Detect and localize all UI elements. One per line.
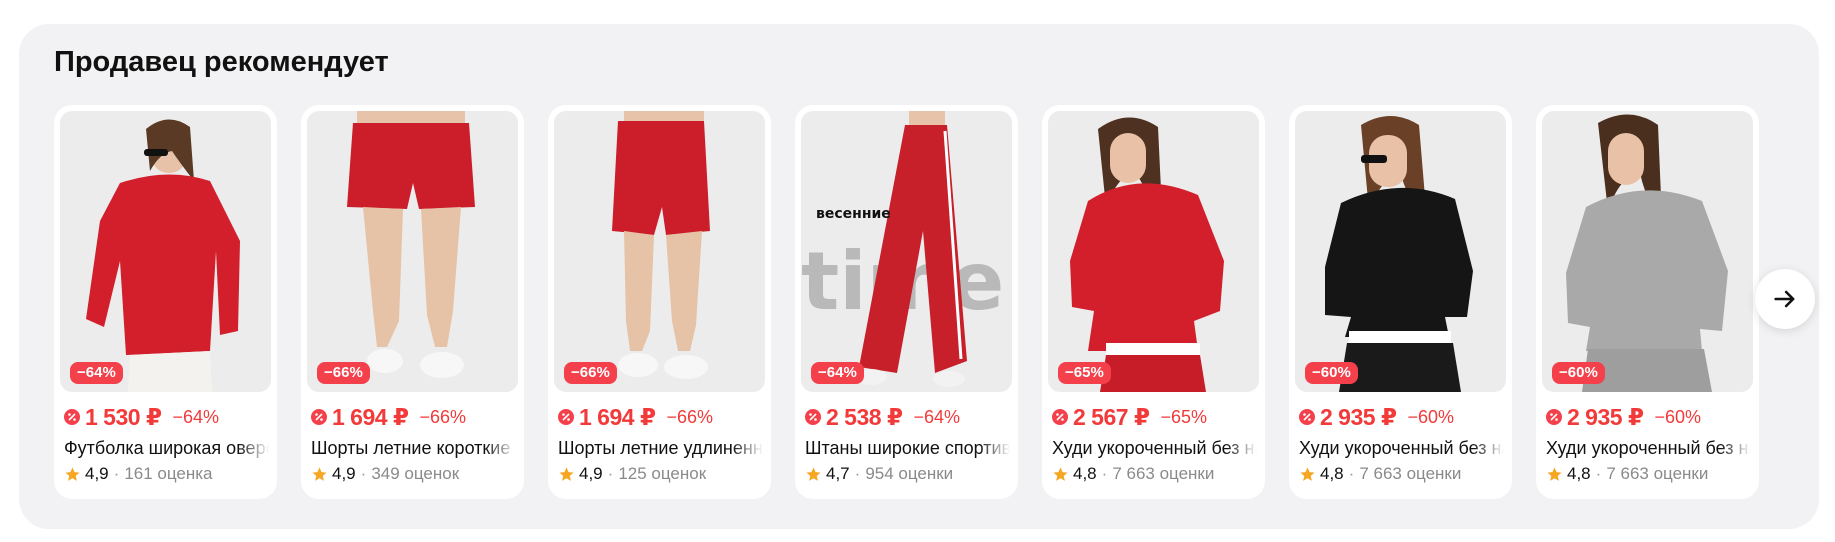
product-name[interactable]: Шорты летние короткие [311,438,516,462]
product-card[interactable]: −65% 2 567 ₽ −65% Худи укороченный без н… [1042,105,1265,499]
rating-value: 4,9 [332,464,356,483]
discount-badge: −64% [70,362,123,384]
review-count: 7 663 оценки [1606,464,1709,483]
price-row: 2 538 ₽ −64% [805,402,960,432]
product-card[interactable]: −66% 1 694 ₽ −66% Шорты летние удлиненны… [548,105,771,499]
rating-row: 4,8 · 7 663 оценки [1299,464,1461,484]
image-caption: весенние [816,206,891,222]
separator-dot: · [360,464,367,483]
product-card[interactable]: −60% 2 935 ₽ −60% Худи укороченный без н… [1536,105,1759,499]
price: 1 694 ₽ [579,403,656,430]
price: 1 694 ₽ [332,403,409,430]
arrow-right-icon [1774,290,1795,308]
star-icon [65,466,80,481]
product-card[interactable]: −66% 1 694 ₽ −66% Шорты летние короткие … [301,105,524,499]
rating-row: 4,9 · 349 оценок [311,464,459,484]
product-image[interactable]: −66% [307,111,518,392]
discount-badge: −64% [811,362,864,384]
discount-icon [311,409,327,425]
separator-dot: · [1348,464,1355,483]
discount-badge: −65% [1058,362,1111,384]
separator-dot: · [607,464,614,483]
price: 2 538 ₽ [826,403,903,430]
discount-badge: −60% [1305,362,1358,384]
star-icon [559,466,574,481]
discount-badge: −66% [564,362,617,384]
rating-row: 4,9 · 161 оценка [64,464,213,484]
discount-icon [558,409,574,425]
separator-dot: · [854,464,861,483]
rating-row: 4,8 · 7 663 оценки [1546,464,1708,484]
price-discount: −65% [1160,406,1207,427]
star-icon [806,466,821,481]
carousel-next-button[interactable] [1755,269,1815,329]
separator-dot: · [1595,464,1602,483]
review-count: 7 663 оценки [1359,464,1462,483]
rating-value: 4,9 [85,464,109,483]
price-row: 2 567 ₽ −65% [1052,402,1207,432]
rating-row: 4,9 · 125 оценок [558,464,706,484]
review-count: 161 оценка [124,464,213,483]
review-count: 7 663 оценки [1112,464,1215,483]
price: 2 935 ₽ [1320,403,1397,430]
section-title: Продавец рекомендует [54,46,389,78]
rating-value: 4,7 [826,464,850,483]
price-discount: −60% [1407,406,1454,427]
product-image[interactable]: −64% [60,111,271,392]
price: 1 530 ₽ [85,403,162,430]
discount-icon [1299,409,1315,425]
price-row: 2 935 ₽ −60% [1299,402,1454,432]
star-icon [1547,466,1562,481]
rating-value: 4,9 [579,464,603,483]
product-name[interactable]: Худи укороченный без начеса [1299,438,1504,462]
rating-value: 4,8 [1567,464,1591,483]
discount-icon [805,409,821,425]
product-card[interactable]: −60% 2 935 ₽ −60% Худи укороченный без н… [1289,105,1512,499]
product-image[interactable]: −66% [554,111,765,392]
product-card[interactable]: time весенние −64% 2 538 ₽ −64% Штаны ши… [795,105,1018,499]
star-icon [1300,466,1315,481]
price-discount: −66% [666,406,713,427]
price-row: 1 694 ₽ −66% [311,402,466,432]
recommendations-panel: Продавец рекомендует −64% 1 530 ₽ −64% Ф… [19,24,1819,529]
rating-row: 4,7 · 954 оценки [805,464,953,484]
star-icon [1053,466,1068,481]
product-name[interactable]: Штаны широкие спортивные [805,438,1010,462]
review-count: 349 оценок [371,464,460,483]
product-card[interactable]: −64% 1 530 ₽ −64% Футболка широкая оверс… [54,105,277,499]
product-name[interactable]: Худи укороченный без начеса [1052,438,1257,462]
price: 2 567 ₽ [1073,403,1150,430]
product-image[interactable]: time весенние −64% [801,111,1012,392]
price-discount: −66% [419,406,466,427]
separator-dot: · [1101,464,1108,483]
product-name[interactable]: Шорты летние удлиненные [558,438,763,462]
discount-icon [64,409,80,425]
rating-row: 4,8 · 7 663 оценки [1052,464,1214,484]
rating-value: 4,8 [1320,464,1344,483]
price: 2 935 ₽ [1567,403,1644,430]
discount-badge: −66% [317,362,370,384]
separator-dot: · [113,464,120,483]
rating-value: 4,8 [1073,464,1097,483]
price-row: 2 935 ₽ −60% [1546,402,1701,432]
price-discount: −60% [1654,406,1701,427]
discount-icon [1546,409,1562,425]
product-image[interactable]: −65% [1048,111,1259,392]
review-count: 954 оценки [865,464,954,483]
price-discount: −64% [172,406,219,427]
discount-badge: −60% [1552,362,1605,384]
product-name[interactable]: Футболка широкая оверсайз [64,438,269,462]
price-row: 1 694 ₽ −66% [558,402,713,432]
price-discount: −64% [913,406,960,427]
price-row: 1 530 ₽ −64% [64,402,219,432]
product-image[interactable]: −60% [1542,111,1753,392]
star-icon [312,466,327,481]
review-count: 125 оценок [618,464,707,483]
product-carousel: −64% 1 530 ₽ −64% Футболка широкая оверс… [54,105,1794,499]
product-name[interactable]: Худи укороченный без начеса [1546,438,1751,462]
product-image[interactable]: −60% [1295,111,1506,392]
discount-icon [1052,409,1068,425]
